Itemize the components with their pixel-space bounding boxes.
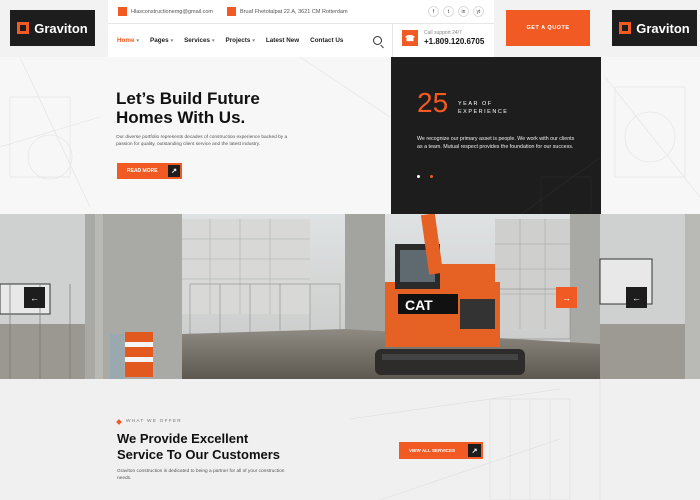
logo-mark-icon xyxy=(17,22,30,34)
slider-prev-button-duplicate[interactable]: ← xyxy=(626,287,647,308)
address-info: Bruaf Fhetotalpat 22.A, 3621 CM Rotterda… xyxy=(227,7,348,16)
arrow-up-right-icon: ↗ xyxy=(468,444,481,457)
logo-mark-icon xyxy=(619,22,632,34)
call-number: +1.809.120.6705 xyxy=(424,37,485,46)
hero-title: Let’s Build Future Homes With Us. xyxy=(116,89,260,127)
search-icon[interactable] xyxy=(373,36,382,45)
construction-site-image: CAT xyxy=(0,214,700,379)
email-info[interactable]: Hlasconstructionemg@gmail.com xyxy=(118,7,213,16)
years-number: 25 xyxy=(417,87,449,118)
youtube-icon[interactable]: yt xyxy=(473,6,484,17)
experience-panel: 25 YEAR OF EXPERIENCE We recognize our p… xyxy=(391,57,601,214)
years-label: YEAR OF EXPERIENCE xyxy=(458,101,509,115)
slider-prev-button[interactable]: ← xyxy=(24,287,45,308)
address-text: Bruaf Fhetotalpat 22.A, 3621 CM Rotterda… xyxy=(240,8,348,15)
services-title: We Provide Excellent Service To Our Cust… xyxy=(117,431,281,462)
call-support[interactable]: ☎ Call support 24/7 +1.809.120.6705 xyxy=(402,30,484,46)
twitter-icon[interactable]: t xyxy=(443,6,454,17)
logo-text: Graviton xyxy=(34,20,88,36)
nav-divider xyxy=(392,24,393,57)
svg-text:CAT: CAT xyxy=(405,297,433,313)
diamond-icon xyxy=(116,418,122,425)
email-text: Hlasconstructionemg@gmail.com xyxy=(131,8,214,15)
call-label: Call support 24/7 xyxy=(424,30,462,36)
services-section: WHAT WE OFFER We Provide Excellent Servi… xyxy=(0,379,700,500)
services-eyebrow: WHAT WE OFFER xyxy=(116,418,182,425)
nav-pages[interactable]: Pages ▾ xyxy=(150,37,173,44)
nav-projects[interactable]: Projects ▾ xyxy=(226,37,255,44)
facebook-icon[interactable]: f xyxy=(428,6,439,17)
social-links: f t in yt xyxy=(428,6,494,17)
read-more-button[interactable]: READ MORE ↗ xyxy=(117,163,182,179)
main-nav: Home ▾ Pages ▾ Services ▾ Projects ▾ Latest … xyxy=(108,24,494,57)
nav-contact-us[interactable]: Contact Us xyxy=(310,37,343,44)
panel-description: We recognize our primary asset is people… xyxy=(417,136,575,150)
logo-duplicate[interactable]: Graviton xyxy=(612,10,697,46)
slider-dot[interactable] xyxy=(417,175,420,178)
get-a-quote-button[interactable]: GET A QUOTE xyxy=(506,10,590,46)
view-all-services-button[interactable]: VIEW ALL SERVICES ↗ xyxy=(399,442,483,459)
nav-services[interactable]: Services ▾ xyxy=(184,37,214,44)
slider-dot-active[interactable] xyxy=(430,175,433,178)
phone-icon: ☎ xyxy=(402,30,418,46)
nav-home[interactable]: Home ▾ xyxy=(117,37,139,44)
services-blueprint-background xyxy=(349,379,601,500)
email-icon xyxy=(118,7,127,16)
instagram-icon[interactable]: in xyxy=(458,6,469,17)
logo[interactable]: Graviton xyxy=(10,10,95,46)
location-icon xyxy=(227,7,237,16)
nav-latest-new[interactable]: Latest New xyxy=(266,37,299,44)
chevron-down-icon: ▾ xyxy=(212,37,215,44)
logo-text: Graviton xyxy=(636,20,690,36)
services-description: Graviton construction is dedicated to be… xyxy=(117,469,285,481)
chevron-down-icon: ▾ xyxy=(136,37,140,44)
hero-description: Our diverse portfolio represents decades… xyxy=(116,135,288,147)
slider-next-button[interactable]: → xyxy=(556,287,577,308)
hero-photo: CAT xyxy=(0,214,700,379)
top-info-bar: Hlasconstructionemg@gmail.com Bruaf Fhet… xyxy=(108,0,494,24)
chevron-down-icon: ▾ xyxy=(170,37,174,44)
arrow-up-right-icon: ↗ xyxy=(168,165,180,177)
chevron-down-icon: ▾ xyxy=(252,37,255,44)
